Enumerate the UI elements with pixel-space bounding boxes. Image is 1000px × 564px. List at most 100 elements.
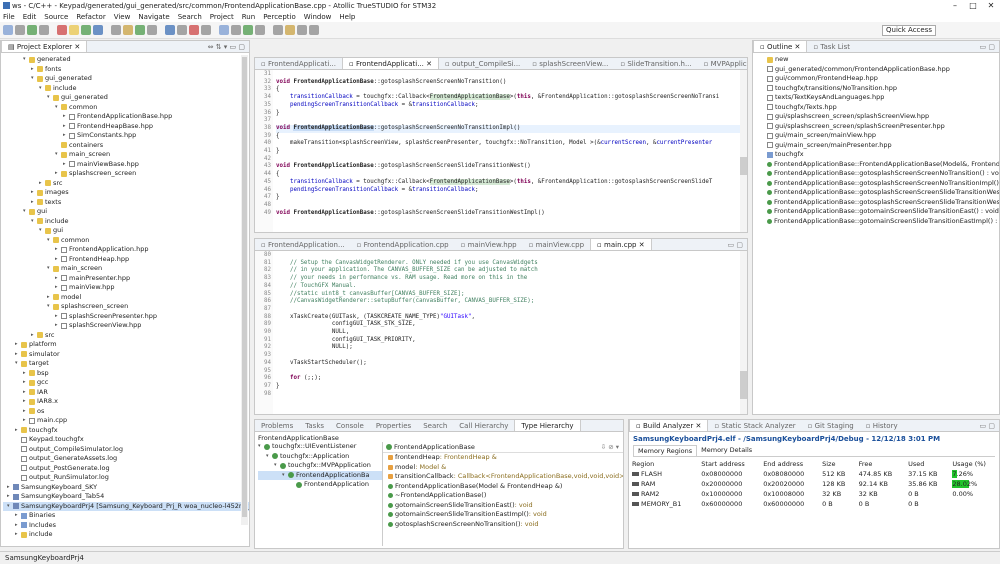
column-header[interactable]: Size — [819, 459, 856, 469]
tab-build-3[interactable]: ▫ History — [860, 420, 904, 431]
tree-item[interactable]: ▸ fonts — [3, 65, 249, 75]
editor-top-code[interactable]: void FrontendApplicationBase::gotosplash… — [273, 70, 740, 232]
tab-outline-1[interactable]: ▫ Task List — [807, 41, 856, 52]
code-line[interactable]: //static uint8_t canvasBuffer[CANVAS_BUF… — [276, 291, 740, 299]
menu-perceptio[interactable]: Perceptio — [263, 13, 296, 21]
tree-item[interactable]: ▸ splashScreenPresenter.hpp — [3, 312, 249, 322]
code-line[interactable]: transitionCallback = touchgfx::Callback<… — [276, 94, 740, 102]
code-line[interactable]: } — [276, 194, 740, 202]
code-line[interactable]: void FrontendApplicationBase::gotosplash… — [276, 163, 740, 171]
toolbar-button-icon[interactable] — [219, 25, 229, 35]
tree-item[interactable]: ▸ FrontendHeapBase.hpp — [3, 122, 249, 132]
tree-item[interactable]: ▸ SimConstants.hpp — [3, 131, 249, 141]
tree-item[interactable]: ▸ touchgfx — [3, 426, 249, 436]
outline-item[interactable]: FrontendApplicationBase::gotomainScreenS… — [767, 207, 999, 217]
editor-top-scrollbar[interactable] — [740, 70, 747, 232]
tree-item[interactable]: ▾ common — [3, 103, 249, 113]
editor-bottom-scroll-thumb[interactable] — [740, 371, 747, 399]
toolbar-button-icon[interactable] — [39, 25, 49, 35]
outline-item[interactable]: touchgfx/Texts.hpp — [767, 103, 999, 113]
code-line[interactable]: } — [276, 383, 740, 391]
tree-item[interactable]: ▾ gui — [3, 207, 249, 217]
tree-item[interactable]: ▸ FrontendApplication.hpp — [3, 245, 249, 255]
hierarchy-node[interactable]: ▾ touchgfx::UIEventListener — [258, 442, 382, 452]
code-line[interactable] — [276, 368, 740, 376]
tree-item[interactable]: ▸ FrontendHeap.hpp — [3, 255, 249, 265]
toolbar-button-icon[interactable] — [189, 25, 199, 35]
maximize-icon[interactable]: □ — [964, 1, 982, 10]
tree-item[interactable]: ▸ splashscreen_screen — [3, 169, 249, 179]
explorer-toolbar-icons[interactable]: ⇔ ⇅ ▾ ▭ ▢ — [208, 43, 249, 51]
member-item[interactable]: FrontendApplicationBase(Model & Frontend… — [388, 482, 623, 492]
subtab-memory-regions[interactable]: Memory Regions — [633, 445, 698, 456]
tree-item[interactable]: ▸ images — [3, 188, 249, 198]
outline-item[interactable]: gui/main_screen/mainPresenter.hpp — [767, 141, 999, 151]
toolbar-button-icon[interactable] — [123, 25, 133, 35]
code-line[interactable]: //CanvasWidgetRenderer::setupBuffer(canv… — [276, 298, 740, 306]
toolbar-button-icon[interactable] — [27, 25, 37, 35]
code-line[interactable]: vTaskStartScheduler(); — [276, 360, 740, 368]
tree-item[interactable]: ▸ splashScreenView.hpp — [3, 321, 249, 331]
member-item[interactable]: gotomainScreenSlideTransitionEastImpl() … — [388, 510, 623, 520]
toolbar-button-icon[interactable] — [255, 25, 265, 35]
explorer-scrollbar[interactable] — [241, 55, 248, 525]
outline-item[interactable]: FrontendApplicationBase::gotosplashScree… — [767, 188, 999, 198]
tab-editor_bottom-3[interactable]: ▫ mainView.cpp — [523, 239, 590, 250]
code-line[interactable] — [276, 71, 740, 79]
tree-item[interactable]: ▾ include — [3, 217, 249, 227]
tree-item[interactable]: ▾ main_screen — [3, 264, 249, 274]
tab-build-1[interactable]: ▫ Static Stack Analyzer — [708, 420, 801, 431]
code-line[interactable]: // in your application. The CANVAS_BUFFE… — [276, 267, 740, 275]
tab-overflow-icons[interactable]: ▭ ▢ — [728, 241, 747, 249]
tree-item[interactable]: ▸ SamsungKeyboard_Tab54 — [3, 492, 249, 502]
menu-refactor[interactable]: Refactor — [76, 13, 105, 21]
tab-overflow-icons[interactable]: ▭ ▢ — [980, 43, 999, 51]
outline-item[interactable]: touchgfx/transitions/NoTransition.hpp — [767, 84, 999, 94]
code-line[interactable]: configGUI_TASK_PRIORITY, — [276, 337, 740, 345]
column-header[interactable]: End address — [760, 459, 819, 469]
editor-bottom-code[interactable]: // Setup the CanvasWidgetRenderer. ONLY … — [273, 251, 740, 414]
menu-project[interactable]: Project — [210, 13, 234, 21]
code-line[interactable]: // your needs in performance vs. RAM usa… — [276, 275, 740, 283]
table-row[interactable]: MEMORY_B1 0x60000000 0x60000000 0 B0 B0 B — [629, 499, 999, 509]
tree-item[interactable]: containers — [3, 141, 249, 151]
tab-editor_top-4[interactable]: ▫ SlideTransition.h... — [614, 58, 697, 69]
close-icon[interactable]: ✕ — [982, 1, 1000, 10]
tree-item[interactable]: ▾ main_screen — [3, 150, 249, 160]
toolbar-button-icon[interactable] — [243, 25, 253, 35]
tab-problems[interactable]: Problems — [255, 420, 299, 431]
code-line[interactable]: configGUI_TASK_STK_SIZE, — [276, 321, 740, 329]
outline-item[interactable]: FrontendApplicationBase::gotosplashScree… — [767, 169, 999, 179]
code-line[interactable]: } — [276, 110, 740, 118]
table-row[interactable]: RAM2 0x10000000 0x10008000 32 KB 32 KB 0 B 0.0… — [629, 489, 999, 499]
toolbar-button-icon[interactable] — [93, 25, 103, 35]
menu-search[interactable]: Search — [178, 13, 202, 21]
column-header[interactable]: Usage (%) — [949, 459, 999, 469]
tree-item[interactable]: ▸ os — [3, 407, 249, 417]
tab-build-2[interactable]: ▫ Git Staging — [802, 420, 860, 431]
tab-search[interactable]: Search — [417, 420, 453, 431]
tree-item[interactable]: output_RunSimulator.log — [3, 473, 249, 483]
toolbar-button-icon[interactable] — [81, 25, 91, 35]
code-line[interactable]: NULL); — [276, 344, 740, 352]
outline-item[interactable]: FrontendApplicationBase::gotomainScreenS… — [767, 217, 999, 227]
tree-item[interactable]: ▸ mainView.hpp — [3, 283, 249, 293]
code-line[interactable]: NULL, — [276, 329, 740, 337]
toolbar-button-icon[interactable] — [273, 25, 283, 35]
member-item[interactable]: gotomainScreenSlideTransitionEast() : vo… — [388, 501, 623, 511]
outline-item[interactable]: FrontendApplicationBase::FrontendApplica… — [767, 160, 999, 170]
editor-bottom-scrollbar[interactable] — [740, 251, 747, 414]
quick-access-input[interactable]: Quick Access — [882, 25, 936, 36]
tab-tasks[interactable]: Tasks — [299, 420, 330, 431]
menu-navigate[interactable]: Navigate — [138, 13, 169, 21]
menu-window[interactable]: Window — [304, 13, 332, 21]
close-tab-icon[interactable]: ✕ — [693, 422, 701, 430]
tree-item[interactable]: ▸ include — [3, 530, 249, 540]
tab-editor_top-5[interactable]: ▫ MVPApplication.h... — [698, 58, 747, 69]
code-line[interactable]: pendingScreenTransitionCallback = &trans… — [276, 102, 740, 110]
tree-item[interactable]: ▾ gui_generated — [3, 74, 249, 84]
code-line[interactable]: // Setup the CanvasWidgetRenderer. ONLY … — [276, 260, 740, 268]
code-line[interactable]: { — [276, 171, 740, 179]
tree-item[interactable]: ▸ platform — [3, 340, 249, 350]
column-header[interactable]: Free — [856, 459, 905, 469]
